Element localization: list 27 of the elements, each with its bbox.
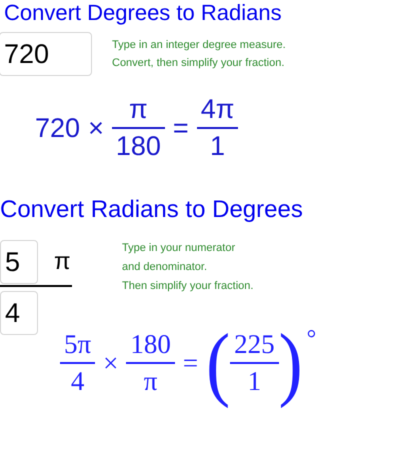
numerator: 225 <box>233 331 276 361</box>
pi-label: π <box>54 247 71 277</box>
denominator: 180 <box>114 130 162 160</box>
math-term: 720 <box>35 114 80 142</box>
instruction-text: Type in an integer degree measure. <box>112 38 286 52</box>
numerator-input-field[interactable]: 5 <box>0 240 38 284</box>
numerator: π <box>128 96 149 126</box>
denominator: 4 <box>70 365 86 395</box>
degree-input-field[interactable]: 720 <box>0 32 92 76</box>
math-operator: = <box>182 350 198 376</box>
instruction-text: Type in your numerator <box>122 241 236 255</box>
section-title: Convert Degrees to Radians <box>3 0 283 24</box>
instruction-text: and denominator. <box>122 260 208 274</box>
denominator: 1 <box>246 365 262 395</box>
instruction-text: Convert, then simplify your fraction. <box>112 56 286 70</box>
section-title: Convert Radians to Degrees <box>0 198 304 222</box>
denominator-input-field[interactable]: 4 <box>0 291 38 335</box>
denominator: 1 <box>209 130 226 160</box>
math-operator: × <box>103 350 118 376</box>
instruction-text: Then simplify your fraction. <box>122 279 254 293</box>
math-operator: = <box>172 114 189 142</box>
degree-sign: ° <box>306 327 316 351</box>
denominator: π <box>142 365 158 395</box>
math-operator: × <box>88 114 104 142</box>
numerator: 180 <box>129 331 172 361</box>
numerator: 4π <box>200 96 236 126</box>
numerator: 5π <box>63 331 92 361</box>
